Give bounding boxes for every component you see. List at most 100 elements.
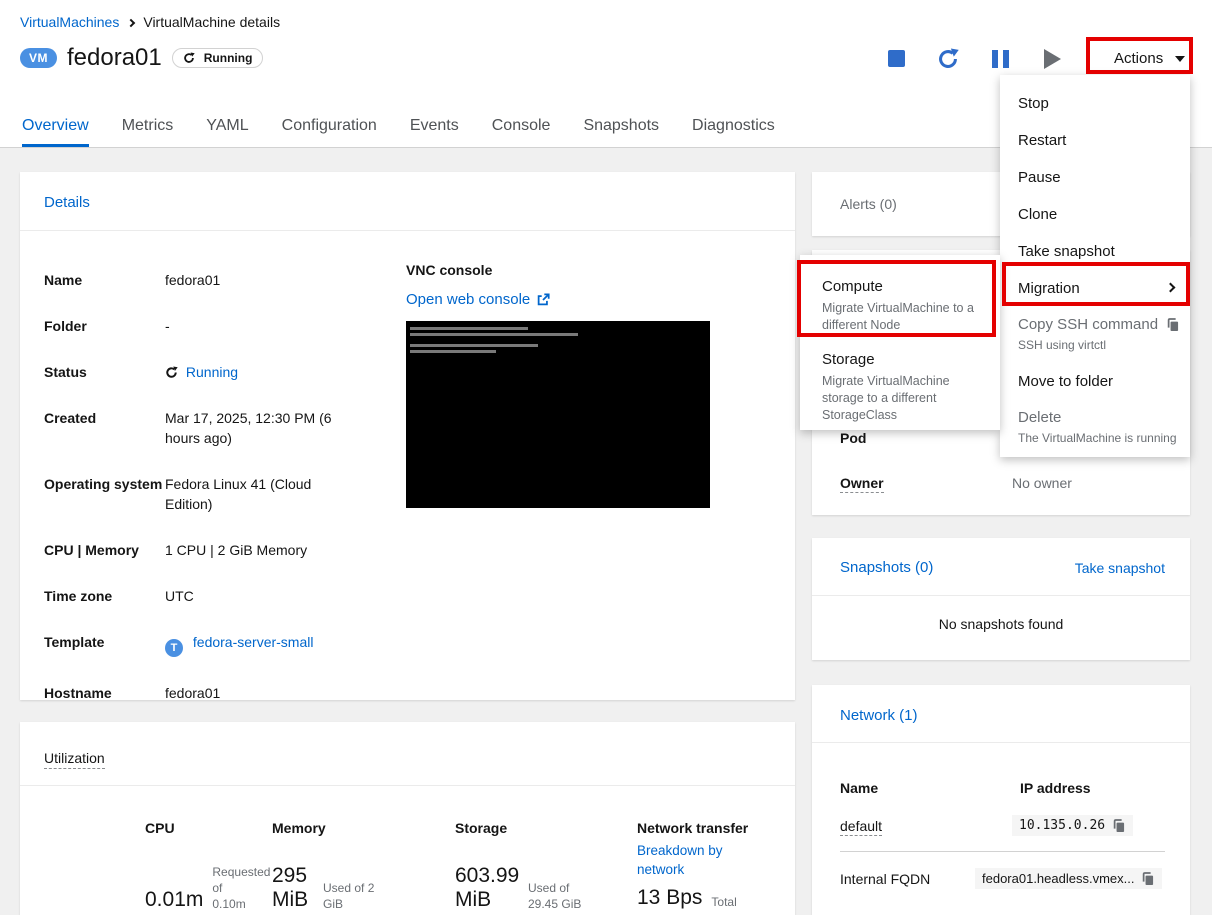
field-value: - [165, 318, 170, 334]
actions-dropdown-label: Actions [1114, 50, 1164, 67]
tab-console[interactable]: Console [492, 110, 551, 147]
play-button[interactable] [1026, 47, 1078, 71]
utilization-card: Utilization CPU 0.01m Requested of 0.10m… [20, 722, 795, 915]
delete-label: Delete [1018, 409, 1062, 426]
stop-icon [887, 50, 905, 67]
details-card-title[interactable]: Details [44, 194, 90, 211]
field-row-os: Operating system Fedora Linux 41 (Cloud … [44, 474, 404, 514]
field-value: fedora01 [165, 272, 221, 288]
field-value: 1 CPU | 2 GiB Memory [165, 542, 308, 558]
snapshots-card-header: Snapshots (0) Take snapshot [840, 559, 1165, 576]
caret-down-icon [1175, 55, 1186, 62]
vnc-console-block: VNC console Open web console [406, 262, 710, 508]
menu-item-pause[interactable]: Pause [1000, 159, 1190, 196]
submenu-item-storage[interactable]: Storage Migrate VirtualMachine storage t… [800, 344, 1000, 434]
copy-icon [1167, 318, 1179, 331]
breadcrumb-current: VirtualMachine details [143, 14, 281, 30]
network-metric-sub: Total [711, 895, 737, 909]
menu-item-clone[interactable]: Clone [1000, 196, 1190, 233]
menu-item-take-snapshot[interactable]: Take snapshot [1000, 233, 1190, 270]
internal-fqdn-label: Internal FQDN [840, 870, 931, 887]
network-name-default[interactable]: default [840, 817, 883, 836]
copy-ssh-description: SSH using virtctl [1018, 338, 1107, 352]
external-link-icon [538, 292, 550, 305]
pause-icon [991, 49, 1009, 68]
restart-icon [939, 48, 959, 68]
field-value: Fedora Linux 41 (Cloud Edition) [165, 476, 312, 512]
breadcrumb-virtualmachines-link[interactable]: VirtualMachines [20, 14, 119, 30]
snapshots-card: Snapshots (0) Take snapshot No snapshots… [812, 538, 1190, 660]
template-badge-icon: T [165, 639, 183, 657]
internal-fqdn-value: fedora01.headless.vmex... [982, 871, 1135, 886]
play-icon [1043, 48, 1061, 69]
owner-row: Owner No owner [840, 475, 1072, 493]
menu-item-restart[interactable]: Restart [1000, 122, 1190, 159]
field-label: Name [44, 272, 83, 288]
status-running-link[interactable]: Running [186, 364, 238, 380]
field-label: Status [44, 364, 87, 380]
field-label: CPU | Memory [44, 542, 139, 558]
menu-item-delete[interactable]: Delete The VirtualMachine is running [1000, 400, 1190, 456]
status-badge[interactable]: Running [171, 48, 264, 68]
copy-icon[interactable] [1112, 818, 1126, 833]
delete-description: The VirtualMachine is running [1018, 431, 1177, 445]
network-metric-value: 13 Bps [637, 886, 703, 909]
snapshots-empty-state: No snapshots found [938, 616, 1064, 632]
memory-metric-value: 295 MiB [272, 864, 309, 911]
vm-controls-toolbar: Actions [870, 46, 1195, 71]
pause-button[interactable] [974, 47, 1026, 71]
vm-kind-badge: VM [20, 48, 57, 68]
network-card-title[interactable]: Network (1) [840, 707, 918, 724]
field-value: fedora01 [165, 685, 221, 701]
sync-icon [184, 52, 195, 63]
copy-ssh-label: Copy SSH command [1018, 316, 1159, 333]
compute-label: Compute [822, 278, 883, 295]
divider [840, 851, 1165, 852]
copy-icon[interactable] [1141, 871, 1155, 886]
tab-events[interactable]: Events [410, 110, 459, 147]
stop-button[interactable] [870, 47, 922, 71]
open-web-console-link[interactable]: Open web console [406, 291, 710, 308]
network-col-ip: IP address [1020, 780, 1091, 796]
restart-button[interactable] [922, 47, 974, 71]
field-row-hostname: Hostname fedora01 [44, 683, 404, 703]
divider [20, 230, 795, 231]
tab-configuration[interactable]: Configuration [282, 110, 377, 147]
snapshots-card-title[interactable]: Snapshots (0) [840, 559, 933, 576]
menu-item-move-to-folder[interactable]: Move to folder [1000, 363, 1190, 400]
vnc-console-screen[interactable] [406, 321, 710, 508]
tab-yaml[interactable]: YAML [206, 110, 248, 147]
submenu-item-compute[interactable]: Compute Migrate VirtualMachine to a diff… [800, 271, 1000, 344]
tab-overview[interactable]: Overview [22, 110, 89, 147]
field-row-cpu-memory: CPU | Memory 1 CPU | 2 GiB Memory [44, 540, 404, 560]
memory-metric-name: Memory [272, 820, 326, 836]
tab-snapshots[interactable]: Snapshots [583, 110, 659, 147]
console-text-line [410, 333, 578, 336]
network-metric-name: Network transfer [637, 820, 749, 836]
owner-value: No owner [1012, 475, 1072, 491]
owner-label[interactable]: Owner [840, 475, 884, 493]
tab-metrics[interactable]: Metrics [122, 110, 174, 147]
take-snapshot-link[interactable]: Take snapshot [1075, 560, 1165, 576]
field-value: Mar 17, 2025, 12:30 PM (6 hours ago) [165, 410, 332, 446]
utilization-network: Network transfer Breakdown by network 13… [637, 820, 748, 910]
field-row-folder: Folder - [44, 316, 404, 336]
menu-item-stop[interactable]: Stop [1000, 85, 1190, 122]
template-link[interactable]: fedora-server-small [193, 634, 314, 650]
actions-dropdown-button[interactable]: Actions [1104, 46, 1195, 71]
menu-item-copy-ssh-command[interactable]: Copy SSH command SSH using virtctl [1000, 307, 1190, 363]
field-label: Created [44, 410, 97, 426]
field-row-status: Status Running [44, 362, 404, 382]
tab-diagnostics[interactable]: Diagnostics [692, 110, 775, 147]
ip-address-value: 10.135.0.26 [1019, 818, 1106, 833]
utilization-title[interactable]: Utilization [44, 750, 105, 769]
field-label: Time zone [44, 588, 113, 604]
alerts-card-title[interactable]: Alerts (0) [840, 196, 897, 212]
menu-item-migration[interactable]: Migration [1000, 270, 1190, 307]
breakdown-by-network-link[interactable]: Breakdown by network [637, 841, 747, 879]
utilization-cpu: CPU 0.01m Requested of 0.10m [145, 820, 271, 912]
cpu-metric-sub: Requested of 0.10m [212, 865, 271, 911]
details-card: Details Name fedora01 Folder - Status Ru… [20, 172, 795, 703]
field-label: Template [44, 634, 105, 650]
title-row: VM fedora01 Running [20, 44, 264, 72]
